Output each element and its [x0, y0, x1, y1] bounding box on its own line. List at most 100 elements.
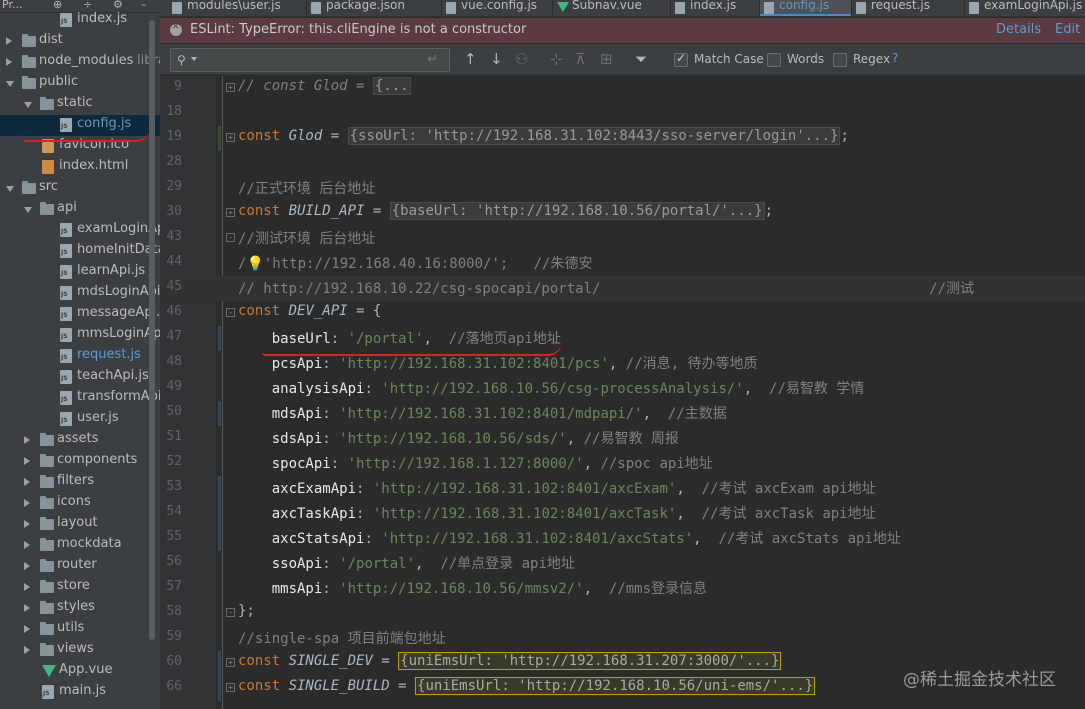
chevron-right-icon[interactable] [24, 646, 30, 654]
select-all-occurrences-icon[interactable]: ⊞ [600, 50, 613, 68]
tree-folder[interactable]: components [0, 451, 160, 472]
vcs-change-marker[interactable] [218, 476, 221, 501]
chevron-down-icon[interactable] [6, 81, 14, 87]
vcs-change-marker[interactable] [218, 676, 221, 701]
tree-file[interactable]: main.js [0, 682, 160, 703]
remove-selection-icon[interactable]: ⊼ [575, 50, 586, 68]
chevron-right-icon[interactable] [6, 58, 12, 66]
chevron-right-icon[interactable] [24, 625, 30, 633]
chevron-right-icon[interactable] [24, 562, 30, 570]
editor-tab[interactable]: request.js [852, 0, 964, 16]
editor-tab[interactable]: config.js [760, 0, 851, 16]
editor-tab[interactable]: index.js [671, 0, 759, 16]
tree-folder[interactable]: node_moduleslibrary root [0, 52, 160, 73]
sidebar-scrollbar[interactable] [149, 20, 155, 640]
fold-expand-icon[interactable]: + [226, 658, 235, 667]
tree-file[interactable]: teachApi.js [0, 367, 160, 388]
find-all-icon[interactable]: ⚇ [515, 50, 528, 68]
next-occurrence-icon[interactable]: ↓ [490, 50, 503, 68]
code-editor[interactable]: 9 +// const Glod = {... 18 19 + const Glod = … [160, 76, 1085, 709]
words-label[interactable]: Words [787, 52, 824, 66]
fold-expand-icon[interactable]: + [226, 683, 235, 692]
code-token[interactable]: {uniEmsUrl: 'http://192.168.31.207:3000/… [398, 652, 782, 670]
tree-folder[interactable]: views [0, 640, 160, 661]
tree-folder[interactable]: api [0, 199, 160, 220]
editor-tab[interactable]: vue.config.js [442, 0, 552, 16]
code-line[interactable]: 18 [160, 101, 1085, 126]
match-case-label[interactable]: Match Case [694, 52, 764, 66]
tree-folder[interactable]: store [0, 577, 160, 598]
search-icon[interactable]: ⚲ [177, 53, 186, 67]
code-token[interactable]: {... [372, 77, 411, 95]
tree-file[interactable]: homeInitData.js [0, 241, 160, 262]
chevron-right-icon[interactable] [24, 604, 30, 612]
code-line[interactable]: 49 analysisApi: 'http://192.168.10.56/cs… [160, 376, 1085, 401]
match-case-checkbox[interactable] [674, 51, 688, 67]
tree-folder[interactable]: icons [0, 493, 160, 514]
code-line[interactable]: 52 spocApi: 'http://192.168.1.127:8000/'… [160, 451, 1085, 476]
chevron-right-icon[interactable] [24, 499, 30, 507]
code-line[interactable]: 58 -}; [160, 601, 1085, 626]
chevron-right-icon[interactable] [24, 436, 30, 444]
fold-expand-icon[interactable]: + [226, 208, 235, 217]
chevron-right-icon[interactable] [24, 478, 30, 486]
tree-folder[interactable]: filters [0, 472, 160, 493]
code-token[interactable]: {baseUrl: 'http://192.168.10.56/portal/'… [389, 202, 765, 220]
vcs-change-marker[interactable] [218, 651, 221, 676]
tree-file[interactable]: examLoginApi.js [0, 220, 160, 241]
vcs-change-marker[interactable] [218, 401, 221, 426]
fold-expand-icon[interactable]: + [226, 133, 235, 142]
editor-tab[interactable]: package.json [307, 0, 441, 16]
code-token[interactable]: {uniEmsUrl: 'http://192.168.10.56/uni-em… [415, 677, 816, 695]
code-line[interactable]: 56 ssoApi: '/portal', //单点登录 api地址 [160, 551, 1085, 576]
search-history-caret-icon[interactable] [191, 57, 197, 61]
chevron-right-icon[interactable] [24, 520, 30, 528]
code-line[interactable]: 53 axcExamApi: 'http://192.168.31.102:84… [160, 476, 1085, 501]
lightbulb-icon[interactable]: 💡 [246, 256, 263, 272]
fold-collapse-icon[interactable]: - [226, 233, 235, 242]
chevron-right-icon[interactable] [24, 541, 30, 549]
tree-file[interactable]: user.js [0, 409, 160, 430]
editor-tab[interactable]: examLoginApi.js [965, 0, 1085, 16]
code-line[interactable]: 19 + const Glod = {ssoUrl: 'http://192.168… [160, 126, 1085, 151]
code-line[interactable]: 45 // http://192.168.10.22/csg-spocapi/po… [160, 276, 1085, 301]
fold-expand-icon[interactable]: + [226, 83, 235, 92]
filter-icon[interactable]: ⏷ [635, 50, 647, 68]
words-checkbox[interactable] [767, 53, 781, 67]
code-line[interactable]: 9 +// const Glod = {... [160, 76, 1085, 101]
tree-file[interactable]: learnApi.js [0, 262, 160, 283]
code-line[interactable]: 46 - const DEV_API = { [160, 301, 1085, 326]
regex-checkbox[interactable] [833, 53, 847, 67]
fold-collapse-icon[interactable]: - [226, 608, 235, 617]
chevron-down-icon[interactable] [6, 186, 14, 192]
tree-folder[interactable]: src [0, 178, 160, 199]
code-line[interactable]: 29 //正式环境 后台地址 [160, 176, 1085, 201]
vcs-change-marker[interactable] [218, 501, 221, 526]
tree-file[interactable]: mdsLoginApi.js [0, 283, 160, 304]
regex-label[interactable]: Regex [853, 52, 890, 66]
previous-occurrence-icon[interactable]: ↑ [464, 50, 477, 68]
tree-file[interactable]: transformApi.js [0, 388, 160, 409]
search-input[interactable]: ⚲ ↵ [170, 48, 450, 72]
details-link[interactable]: Details [996, 22, 1041, 37]
code-line[interactable]: 59 //single-spa 项目前端包地址 [160, 626, 1085, 651]
code-line[interactable]: 44 /💡'http://192.168.40.16:8000/'; //朱德安 [160, 251, 1085, 276]
code-line[interactable]: 57 mmsApi: 'http://192.168.10.56/mmsv2/'… [160, 576, 1085, 601]
tree-file[interactable]: index.html [0, 157, 160, 178]
tree-folder[interactable]: dist [0, 31, 160, 52]
chevron-right-icon[interactable] [6, 37, 12, 45]
code-line[interactable]: 28 [160, 151, 1085, 176]
tree-file[interactable]: App.vue [0, 661, 160, 682]
tree-folder[interactable]: router [0, 556, 160, 577]
tree-file[interactable]: mmsLoginApi.js [0, 325, 160, 346]
vcs-change-marker[interactable] [218, 326, 221, 351]
chevron-down-icon[interactable] [24, 207, 32, 213]
tree-folder[interactable]: layout [0, 514, 160, 535]
code-token[interactable]: {ssoUrl: 'http://192.168.31.102:8443/sso… [347, 127, 841, 145]
tree-folder[interactable]: static [0, 94, 160, 115]
tree-file[interactable]: request.js [0, 346, 160, 367]
code-line[interactable]: 43 -//测试环境 后台地址 [160, 226, 1085, 251]
chevron-right-icon[interactable] [24, 457, 30, 465]
code-line[interactable]: 54 axcTaskApi: 'http://192.168.31.102:84… [160, 501, 1085, 526]
tree-folder[interactable]: assets [0, 430, 160, 451]
